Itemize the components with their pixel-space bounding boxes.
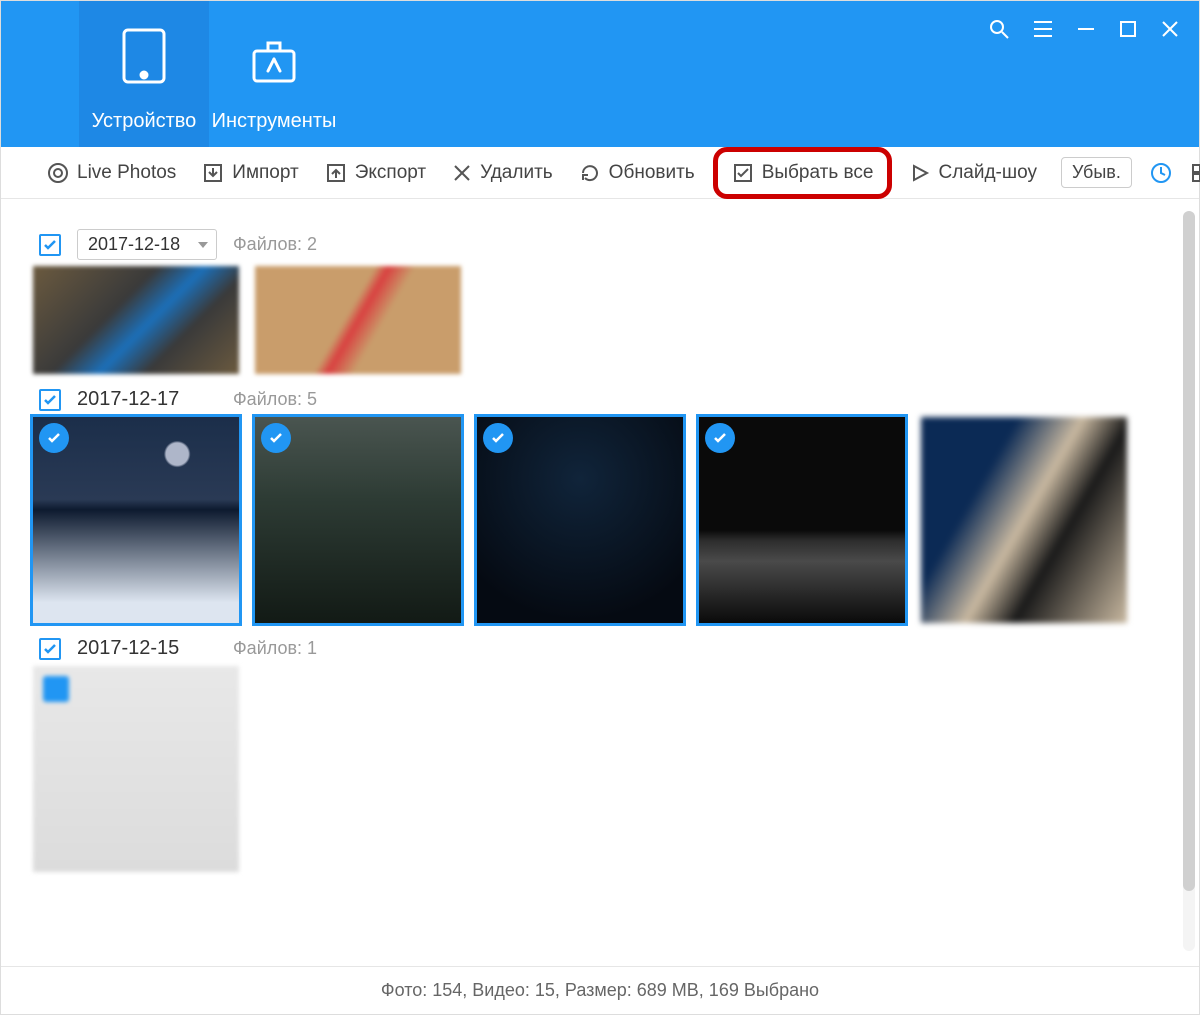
export-label: Экспорт: [355, 162, 426, 184]
import-icon: [202, 162, 224, 184]
photo-thumbnail[interactable]: [33, 266, 239, 374]
photo-thumbnail[interactable]: [255, 266, 461, 374]
tab-tools[interactable]: Инструменты: [209, 1, 339, 147]
play-icon: [910, 163, 930, 183]
status-text: Фото: 154, Видео: 15, Размер: 689 MB, 16…: [381, 980, 819, 1001]
grid-view-icon[interactable]: [1190, 162, 1200, 184]
group-header: 2017-12-18 Файлов: 2: [39, 229, 1167, 260]
group-date: 2017-12-17: [77, 388, 217, 411]
device-icon: [121, 27, 167, 90]
group-checkbox[interactable]: [39, 389, 61, 411]
selected-badge-icon: [483, 423, 513, 453]
sort-label: Убыв.: [1072, 162, 1121, 182]
tab-device[interactable]: Устройство: [79, 1, 209, 147]
app-header: Устройство Инструменты: [1, 1, 1199, 147]
tab-device-label: Устройство: [92, 110, 197, 133]
group-checkbox[interactable]: [39, 638, 61, 660]
file-count: Файлов: 1: [233, 638, 317, 659]
thumb-row: [33, 666, 1167, 872]
tools-icon: [250, 41, 298, 90]
photo-group: 2017-12-18 Файлов: 2: [33, 229, 1167, 374]
tab-tools-label: Инструменты: [212, 110, 337, 133]
status-bar: Фото: 154, Видео: 15, Размер: 689 MB, 16…: [1, 966, 1199, 1014]
group-header: 2017-12-17 Файлов: 5: [39, 388, 1167, 411]
select-all-icon: [732, 162, 754, 184]
refresh-button[interactable]: Обновить: [567, 156, 707, 190]
menu-icon[interactable]: [1033, 20, 1053, 38]
window-controls: [989, 19, 1179, 39]
group-header: 2017-12-15 Файлов: 1: [39, 637, 1167, 660]
group-checkbox[interactable]: [39, 234, 61, 256]
photo-content: 2017-12-18Файлов: 22017-12-17Файлов: 520…: [1, 199, 1199, 966]
delete-icon: [452, 163, 472, 183]
photo-thumbnail[interactable]: [477, 417, 683, 623]
select-all-button[interactable]: Выбрать все: [713, 147, 893, 199]
selected-badge-icon: [261, 423, 291, 453]
photo-thumbnail[interactable]: [921, 417, 1127, 623]
photo-thumbnail[interactable]: [33, 666, 239, 872]
photo-thumbnail[interactable]: [33, 417, 239, 623]
scrollbar[interactable]: [1183, 211, 1195, 951]
refresh-label: Обновить: [609, 162, 695, 184]
scrollbar-thumb[interactable]: [1183, 211, 1195, 891]
import-button[interactable]: Импорт: [190, 156, 310, 190]
thumb-row: [33, 417, 1167, 623]
file-count: Файлов: 5: [233, 389, 317, 410]
close-button[interactable]: [1161, 20, 1179, 38]
import-label: Импорт: [232, 162, 298, 184]
toolbar: Live Photos Импорт Экспорт Удалить Обнов…: [1, 147, 1199, 199]
thumb-row: [33, 266, 1167, 374]
delete-label: Удалить: [480, 162, 553, 184]
live-photos-button[interactable]: Live Photos: [35, 156, 188, 190]
photo-group: 2017-12-15 Файлов: 1: [33, 637, 1167, 872]
group-date: 2017-12-15: [77, 637, 217, 660]
slideshow-label: Слайд-шоу: [938, 162, 1037, 184]
minimize-button[interactable]: [1077, 20, 1095, 38]
maximize-button[interactable]: [1119, 20, 1137, 38]
search-icon[interactable]: [989, 19, 1009, 39]
export-button[interactable]: Экспорт: [313, 156, 438, 190]
clock-icon[interactable]: [1150, 162, 1172, 184]
date-dropdown[interactable]: 2017-12-18: [77, 229, 217, 260]
photo-thumbnail[interactable]: [699, 417, 905, 623]
sort-button[interactable]: Убыв.: [1061, 157, 1132, 188]
slideshow-button[interactable]: Слайд-шоу: [898, 156, 1049, 190]
delete-button[interactable]: Удалить: [440, 156, 565, 190]
file-count: Файлов: 2: [233, 234, 317, 255]
photo-thumbnail[interactable]: [255, 417, 461, 623]
live-photos-icon: [47, 162, 69, 184]
photo-group: 2017-12-17 Файлов: 5: [33, 388, 1167, 623]
selected-badge-icon: [705, 423, 735, 453]
live-photos-label: Live Photos: [77, 162, 176, 184]
export-icon: [325, 162, 347, 184]
select-all-label: Выбрать все: [762, 162, 874, 184]
selected-badge-icon: [39, 423, 69, 453]
refresh-icon: [579, 162, 601, 184]
